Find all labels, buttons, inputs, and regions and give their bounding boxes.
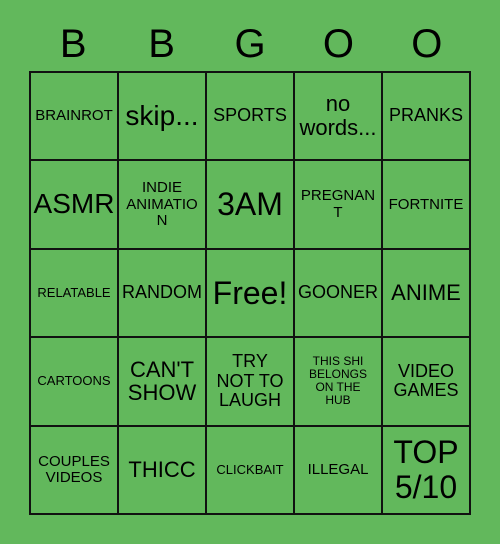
bingo-cell-r3c1[interactable]: RELATABLE [31,249,119,339]
bingo-cell-label: ILLEGAL [307,460,369,478]
bingo-cell-label: RELATABLE [37,284,111,300]
bingo-cell-r5c5[interactable]: TOP 5/10 [383,426,471,515]
bingo-header-letter-4: O [322,22,354,66]
bingo-cell-label: ANIME [391,280,461,306]
bingo-cell-r2c2[interactable]: INDIE ANIMATION [119,161,207,250]
bingo-cell-r1c2[interactable]: skip... [119,73,207,162]
bingo-cell-r5c3[interactable]: CLICKBAIT [207,426,295,515]
bingo-cell-label: GOONER [297,282,378,303]
bingo-header-row: B B G O O [29,18,471,70]
bingo-cell-r4c4[interactable]: THIS SHI BELONGS ON THE HUB [295,338,383,427]
bingo-cell-label: VIDEO GAMES [393,360,459,401]
bingo-cell-label: no words... [299,91,377,141]
bingo-cell-label: COUPLES VIDEOS [38,452,110,486]
bingo-header-letter-1: B [59,22,87,66]
bingo-header-letter-2: B [148,22,175,66]
bingo-cell-label: TOP 5/10 [393,434,459,505]
bingo-cell-label: 3AM [217,186,283,223]
bingo-cell-r1c5[interactable]: PRANKS [383,73,471,162]
bingo-header-letter-5: O [411,22,443,66]
bingo-cell-label: THIS SHI BELONGS ON THE HUB [308,354,368,408]
bingo-cell-label: PREGNANT [300,187,376,221]
bingo-header-letter-3: G [234,22,266,66]
bingo-cell-r2c4[interactable]: PREGNANT [295,161,383,250]
bingo-cell-r1c4[interactable]: no words... [295,73,383,162]
bingo-cell-label: ASMR [33,188,115,220]
bingo-cell-label: CARTOONS [37,373,111,389]
bingo-cell-r3c4[interactable]: GOONER [295,249,383,339]
bingo-cell-r2c1[interactable]: ASMR [31,161,119,250]
bingo-cell-label: Free! [212,274,288,311]
bingo-cell-r5c4[interactable]: ILLEGAL [295,426,383,515]
bingo-cell-r4c1[interactable]: CARTOONS [31,338,119,427]
bingo-cell-label: BRAINROT [35,107,113,125]
bingo-cell-r4c2[interactable]: CAN'T SHOW [119,338,207,427]
bingo-cell-r1c3[interactable]: SPORTS [207,73,295,162]
bingo-cell-label: THICC [128,456,196,482]
bingo-cell-r2c5[interactable]: FORTNITE [383,161,471,250]
bingo-cell-label: skip... [125,100,199,132]
bingo-cell-label: TRY NOT TO LAUGH [216,351,284,411]
bingo-cell-label: FORTNITE [388,195,464,213]
bingo-cell-label: PRANKS [388,105,464,126]
bingo-cell-label: INDIE ANIMATION [126,179,198,229]
bingo-cell-r5c2[interactable]: THICC [119,426,207,515]
bingo-cell-label: CLICKBAIT [216,461,284,477]
bingo-cell-label: CAN'T SHOW [127,356,197,406]
bingo-cell-r4c3[interactable]: TRY NOT TO LAUGH [207,338,295,427]
bingo-cell-label: SPORTS [213,105,287,126]
bingo-cell-label: RANDOM [122,282,202,303]
bingo-cell-r3c5[interactable]: ANIME [383,249,471,339]
bingo-cell-r1c1[interactable]: BRAINROT [31,73,119,162]
bingo-cell-r3c2[interactable]: RANDOM [119,249,207,339]
bingo-grid: BRAINROT skip... SPORTS no words... PRANKS AS… [29,71,471,515]
bingo-card: B B G O O BRAINROT skip... SPORTS no words.… [0,0,500,544]
bingo-cell-r5c1[interactable]: COUPLES VIDEOS [31,426,119,515]
bingo-cell-r3c3[interactable]: Free! [207,249,295,339]
bingo-cell-r4c5[interactable]: VIDEO GAMES [383,338,471,427]
bingo-cell-r2c3[interactable]: 3AM [207,161,295,250]
